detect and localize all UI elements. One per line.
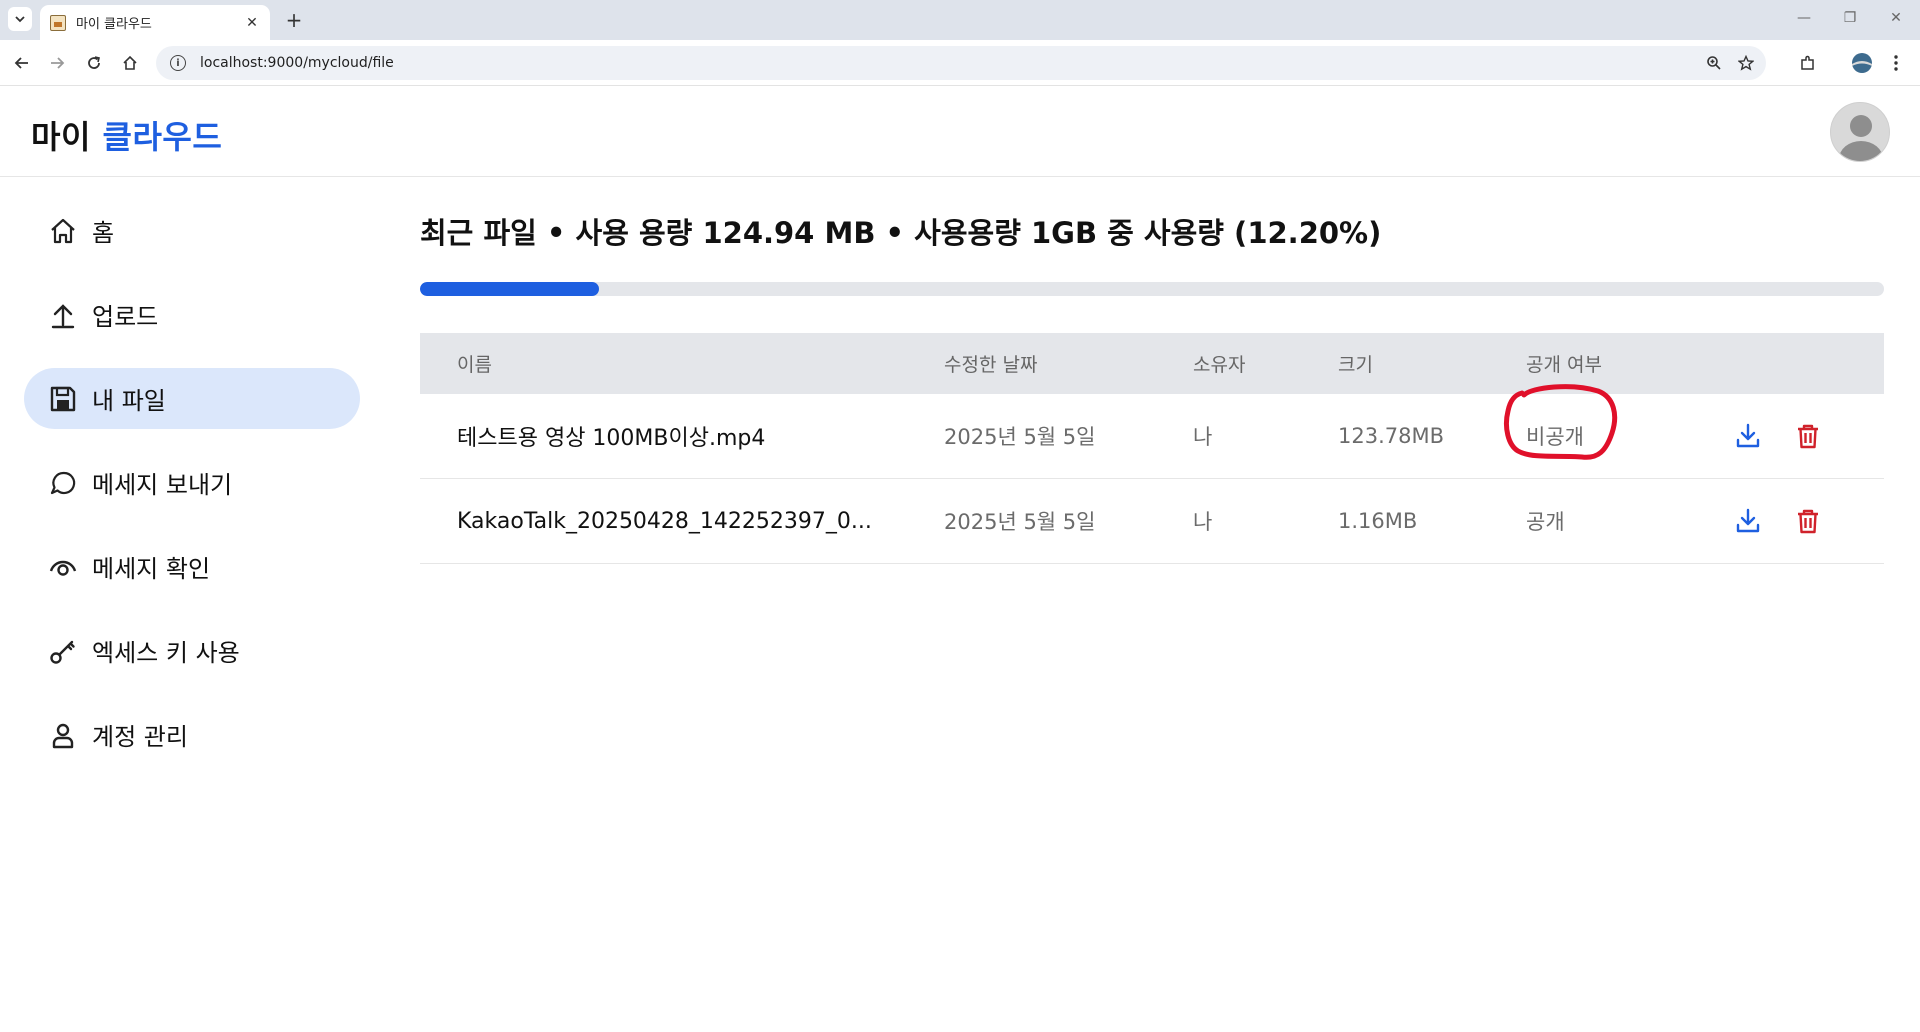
key-icon [48,636,78,666]
sidebar-item-label: 홈 [92,219,115,247]
download-icon [1736,423,1760,448]
annotation-circle-mark [1503,384,1618,460]
forward-button[interactable] [45,51,69,75]
browser-tab[interactable]: 마이 클라우드 ✕ [40,5,270,40]
sidebar-item-check-message[interactable]: 메세지 확인 [24,536,360,597]
column-header-owner[interactable]: 소유자 [1193,350,1338,377]
browser-menu-button[interactable] [1884,51,1908,75]
puzzle-icon [1801,55,1814,70]
column-header-public[interactable]: 공개 여부 [1526,350,1708,377]
sidebar-item-label: 메세지 확인 [92,555,211,583]
sidebar-item-home[interactable]: 홈 [24,200,360,261]
delete-button[interactable] [1792,420,1824,452]
column-header-name[interactable]: 이름 [420,350,944,377]
sidebar-item-label: 계정 관리 [92,723,188,751]
more-vertical-icon [1894,55,1898,71]
page-title: 최근 파일 • 사용 용량 124.94 MB • 사용용량 1GB 중 사용량… [420,216,1382,250]
reload-icon [88,56,100,69]
avatar-body [1839,141,1883,161]
chevron-down-icon [15,16,25,23]
window-close-button[interactable]: ✕ [1886,10,1906,26]
file-visibility-cell: 비공개 [1503,384,1708,460]
save-icon [48,384,78,414]
file-owner: 나 [1193,510,1213,534]
tab-search-button[interactable] [8,7,32,31]
profile-button[interactable] [1850,51,1874,75]
bookmark-star-icon[interactable] [1734,51,1758,75]
home-button[interactable] [118,51,142,75]
download-button[interactable] [1732,505,1764,537]
file-size: 1.16MB [1338,509,1418,533]
new-tab-button[interactable]: + [282,8,306,32]
sidebar-item-my-files[interactable]: 내 파일 [24,368,360,429]
eye-icon [48,552,78,582]
upload-icon [48,300,78,330]
table-row[interactable]: KakaoTalk_20250428_142252397_0... 2025년 … [420,479,1884,564]
trash-icon [1798,509,1818,534]
storage-usage-bar [420,282,1884,296]
user-icon [48,720,78,750]
row-actions [1708,420,1884,452]
file-visibility-cell: 공개 [1526,506,1708,536]
table-header: 이름 수정한 날짜 소유자 크기 공개 여부 [420,333,1884,394]
avatar-head [1850,115,1872,137]
brand-part1: 마이 [31,118,91,156]
row-actions [1708,505,1884,537]
file-owner: 나 [1193,425,1213,449]
tab-close-icon[interactable]: ✕ [244,15,260,31]
delete-button[interactable] [1792,505,1824,537]
url-text[interactable]: localhost:9000/mycloud/file [200,55,1702,71]
user-avatar[interactable] [1830,102,1890,162]
column-header-size[interactable]: 크기 [1338,350,1526,377]
browser-toolbar: i localhost:9000/mycloud/file [0,40,1920,86]
sidebar-item-label: 내 파일 [92,387,166,415]
zoom-icon[interactable] [1702,51,1726,75]
file-name[interactable]: KakaoTalk_20250428_142252397_0... [420,509,944,534]
app-header: 마이 클라우드 [0,86,1920,177]
download-button[interactable] [1732,420,1764,452]
sidebar-item-account[interactable]: 계정 관리 [24,704,360,765]
sidebar-item-label: 메세지 보내기 [92,471,233,499]
chat-bubble-icon [48,468,78,498]
brand-logo[interactable]: 마이 클라우드 [31,112,222,158]
home-icon [123,55,137,70]
brand-part2: 클라우드 [102,118,223,156]
sidebar-item-label: 엑세스 키 사용 [92,639,240,667]
sidebar-item-label: 업로드 [92,303,159,331]
minimize-button[interactable]: — [1794,10,1814,26]
file-table: 이름 수정한 날짜 소유자 크기 공개 여부 테스트용 영상 100MB이상.m… [420,333,1884,564]
arrow-right-icon [51,57,65,69]
download-icon [1736,508,1760,533]
home-icon [48,216,78,246]
column-header-date[interactable]: 수정한 날짜 [944,350,1193,377]
browser-tab-bar: 마이 클라우드 ✕ + — ❐ ✕ [0,0,1920,40]
main-content: 최근 파일 • 사용 용량 124.94 MB • 사용용량 1GB 중 사용량… [420,210,1884,564]
address-bar[interactable]: i localhost:9000/mycloud/file [156,46,1766,80]
back-button[interactable] [10,51,34,75]
table-row[interactable]: 테스트용 영상 100MB이상.mp4 2025년 5월 5일 나 123.78… [420,384,1884,479]
file-visibility[interactable]: 공개 [1526,510,1565,534]
file-size: 123.78MB [1338,424,1445,448]
arrow-left-icon [14,57,28,69]
favicon-icon [50,14,66,31]
tab-title: 마이 클라우드 [76,17,152,32]
sidebar-item-send-message[interactable]: 메세지 보내기 [24,452,360,513]
file-name[interactable]: 테스트용 영상 100MB이상.mp4 [420,420,944,452]
file-date: 2025년 5월 5일 [944,425,1096,449]
sidebar-item-upload[interactable]: 업로드 [24,284,360,345]
trash-icon [1798,424,1818,449]
extensions-button[interactable] [1796,51,1820,75]
file-date: 2025년 5월 5일 [944,510,1096,534]
profile-avatar-icon [1852,53,1872,73]
reload-button[interactable] [82,51,106,75]
restore-button[interactable]: ❐ [1840,10,1860,26]
site-info-icon[interactable]: i [170,55,186,71]
storage-usage-fill [420,282,599,296]
sidebar-item-access-key[interactable]: 엑세스 키 사용 [24,620,360,681]
sidebar: 홈 업로드 내 파일 메세지 보내기 메세지 확인 엑세스 키 사용 계정 관리 [24,200,360,788]
